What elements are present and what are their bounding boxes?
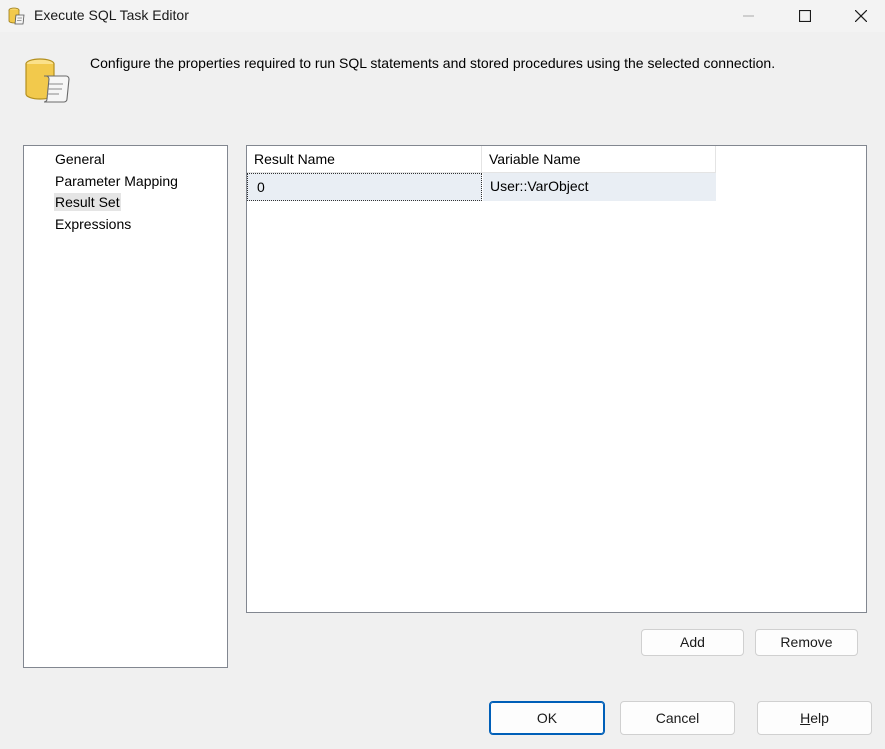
variable-name-cell[interactable]: User::VarObject	[483, 173, 716, 201]
add-button[interactable]: Add	[641, 629, 744, 656]
help-button[interactable]: Help	[757, 701, 872, 735]
nav-item-general[interactable]: General	[54, 150, 106, 168]
column-header-result-name[interactable]: Result Name	[247, 146, 482, 173]
maximize-button[interactable]	[782, 0, 828, 32]
help-button-label: Help	[800, 710, 829, 726]
cancel-button[interactable]: Cancel	[620, 701, 735, 735]
result-name-cell[interactable]: 0	[247, 173, 482, 201]
nav-item-expressions[interactable]: Expressions	[54, 215, 132, 233]
database-script-icon	[22, 54, 74, 106]
remove-button[interactable]: Remove	[755, 629, 858, 656]
minimize-icon	[743, 15, 754, 17]
column-header-variable-name[interactable]: Variable Name	[482, 146, 716, 173]
minimize-button[interactable]	[726, 0, 772, 32]
database-script-icon	[7, 6, 27, 26]
header-description: Configure the properties required to run…	[90, 55, 776, 71]
result-set-grid: Result Name Variable Name 0 User::VarObj…	[246, 145, 867, 613]
nav-item-parameter-mapping[interactable]: Parameter Mapping	[54, 172, 179, 190]
ok-button[interactable]: OK	[489, 701, 605, 735]
close-button[interactable]	[838, 0, 884, 32]
close-icon	[855, 10, 867, 22]
window-title: Execute SQL Task Editor	[34, 7, 189, 23]
page-navigation-list: General Parameter Mapping Result Set Exp…	[23, 145, 228, 668]
title-bar: Execute SQL Task Editor	[0, 0, 885, 32]
maximize-icon	[799, 10, 811, 22]
nav-item-result-set[interactable]: Result Set	[54, 193, 121, 211]
